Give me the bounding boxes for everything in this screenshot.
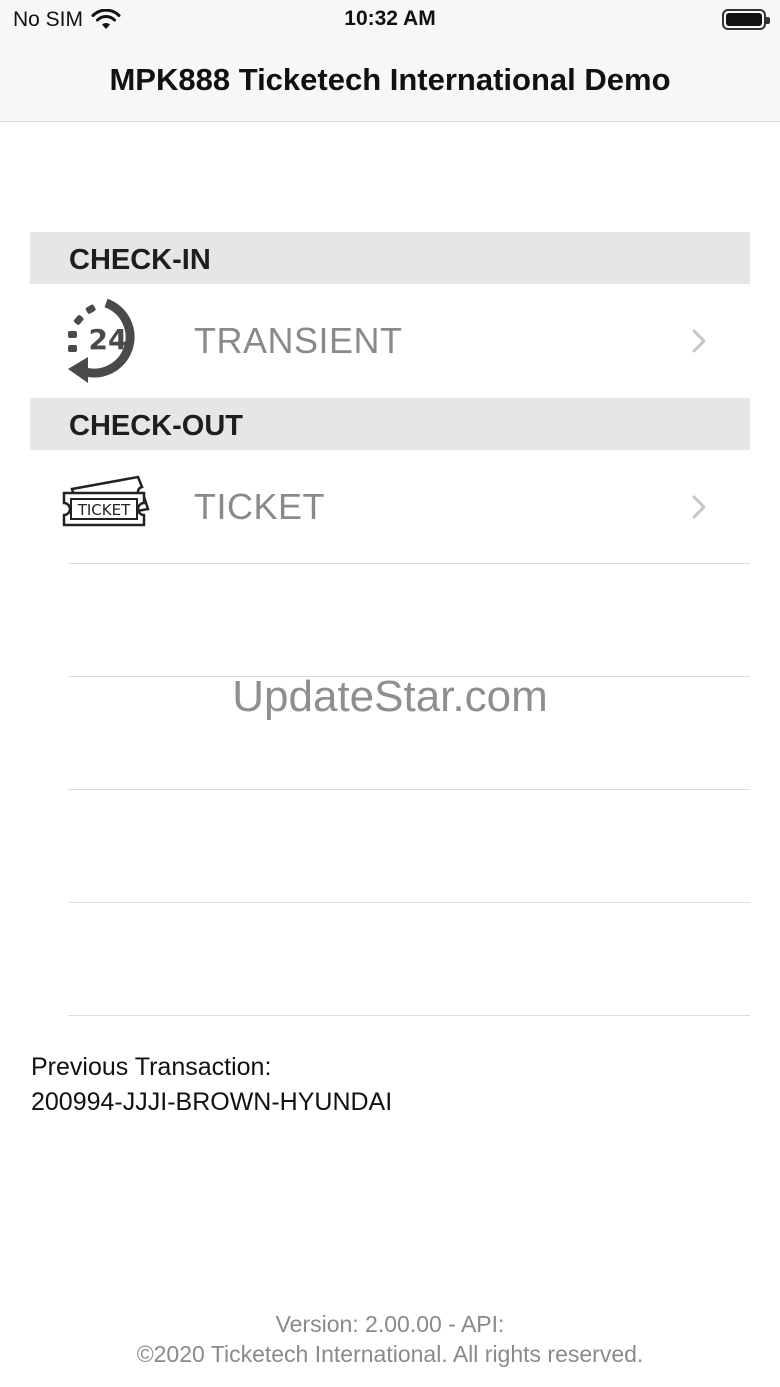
status-bar: No SIM 10:32 AM — [0, 0, 780, 40]
copyright-text: ©2020 Ticketech International. All right… — [136, 1341, 644, 1367]
row-ticket[interactable]: TICKET TICKET — [30, 451, 750, 563]
svg-text:24: 24 — [89, 323, 128, 356]
row-separator — [68, 902, 750, 903]
row-separator — [68, 563, 750, 564]
section-header-label: CHECK-IN — [69, 244, 211, 276]
row-transient[interactable]: 24 TRANSIENT — [30, 285, 750, 397]
watermark-text: UpdateStar.com — [232, 672, 548, 721]
battery-full-icon — [722, 9, 770, 30]
status-time: 10:32 AM — [344, 7, 436, 30]
section-header-check-in: CHECK-IN — [30, 232, 750, 284]
row-label: TICKET — [194, 486, 326, 527]
row-separator — [68, 1015, 750, 1016]
section-header-check-out: CHECK-OUT — [30, 398, 750, 450]
previous-transaction-label: Previous Transaction: — [31, 1053, 272, 1081]
version-text: Version: 2.00.00 - API: — [275, 1311, 505, 1337]
chevron-right-icon — [692, 329, 706, 353]
previous-transaction-value: 200994-JJJI-BROWN-HYUNDAI — [31, 1088, 393, 1116]
clock-24-icon: 24 — [68, 298, 135, 383]
section-header-label: CHECK-OUT — [69, 410, 243, 442]
chevron-right-icon — [692, 495, 706, 519]
ticket-icon-text: TICKET — [77, 501, 131, 519]
ticket-icon: TICKET — [62, 475, 150, 527]
row-separator — [68, 789, 750, 790]
navigation-bar: MPK888 Ticketech International Demo — [0, 40, 780, 122]
page-title: MPK888 Ticketech International Demo — [109, 62, 671, 97]
row-label: TRANSIENT — [194, 320, 403, 361]
